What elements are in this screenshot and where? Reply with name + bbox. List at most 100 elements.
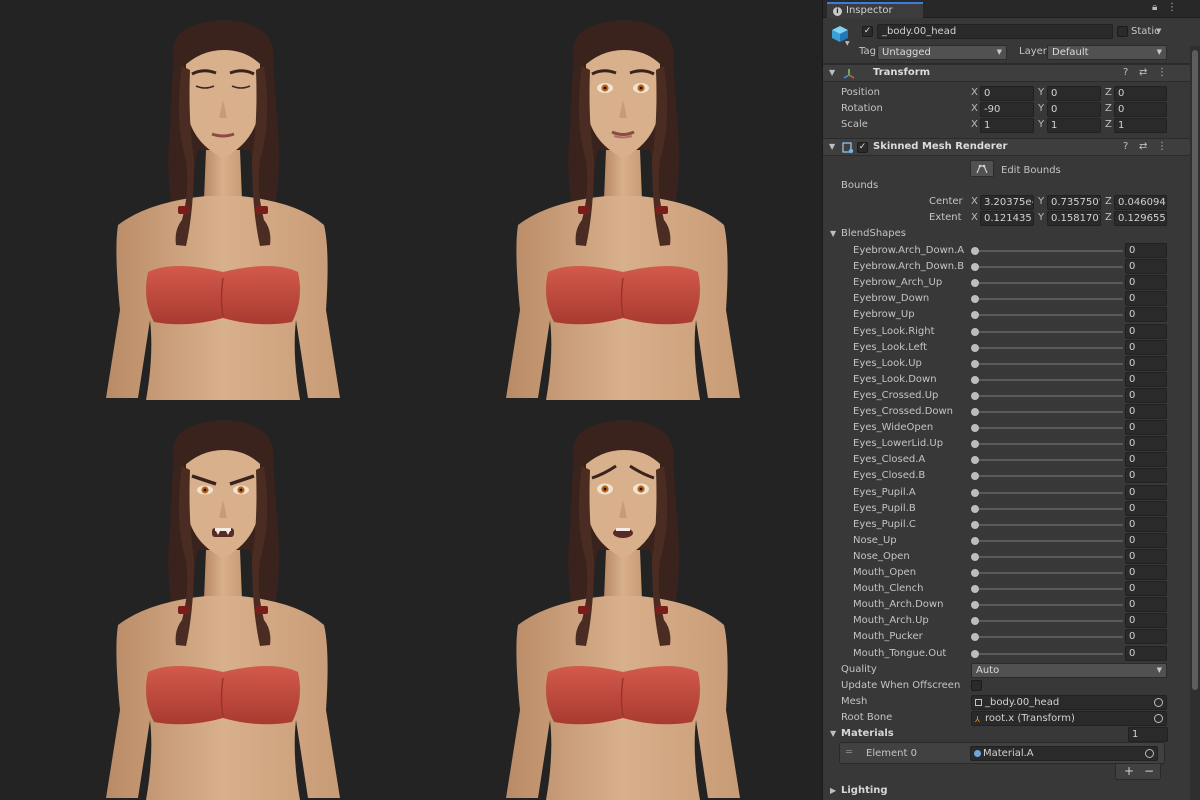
object-picker-icon[interactable] [1145, 749, 1154, 758]
blendshape-slider-track[interactable] [973, 555, 1123, 558]
icon-dropdown-chevron-icon[interactable]: ▼ [845, 40, 850, 47]
blendshape-slider-track[interactable] [973, 330, 1123, 333]
update-offscreen-checkbox[interactable] [971, 680, 982, 691]
blendshape-slider-track[interactable] [973, 411, 1123, 413]
edit-bounds-button[interactable] [970, 160, 994, 177]
scale-x-input[interactable]: 1 [980, 118, 1034, 133]
blendshape-slider-thumb[interactable] [971, 359, 979, 368]
blendshape-slider-thumb[interactable] [971, 569, 979, 577]
help-icon[interactable]: ? [1123, 67, 1128, 78]
blendshape-value-input[interactable]: 0 [1125, 532, 1167, 548]
blendshape-slider-track[interactable] [973, 604, 1123, 607]
scale-y-input[interactable]: 1 [1047, 118, 1101, 133]
blendshape-value-input[interactable]: 0 [1125, 355, 1167, 371]
blendshape-slider-track[interactable] [973, 539, 1123, 542]
help-icon[interactable]: ? [1123, 141, 1128, 152]
blendshape-value-input[interactable]: 0 [1125, 500, 1167, 516]
blendshape-slider-thumb[interactable] [971, 633, 979, 642]
preset-icon[interactable]: ⇄ [1139, 67, 1147, 78]
blendshape-value-input[interactable]: 0 [1125, 581, 1167, 597]
blendshape-slider-track[interactable] [973, 362, 1123, 365]
active-checkbox[interactable]: ✓ [862, 26, 873, 37]
blendshape-slider-track[interactable] [973, 443, 1123, 446]
blendshape-slider-thumb[interactable] [971, 311, 979, 320]
component-menu-icon[interactable]: ⋮ [1157, 67, 1167, 78]
scene-viewport[interactable] [0, 0, 822, 800]
blendshape-value-input[interactable]: 0 [1125, 259, 1167, 275]
mesh-field[interactable]: _body.00_head [971, 695, 1167, 710]
blendshape-slider-thumb[interactable] [971, 375, 979, 384]
blendshape-value-input[interactable]: 0 [1125, 452, 1167, 468]
material-field[interactable]: Material.A [970, 746, 1158, 761]
blendshape-value-input[interactable]: 0 [1125, 613, 1167, 629]
object-picker-icon[interactable] [1154, 698, 1163, 707]
blendshape-slider-track[interactable] [973, 652, 1123, 655]
blendshape-slider-thumb[interactable] [971, 504, 979, 513]
blendshape-value-input[interactable]: 0 [1125, 371, 1167, 387]
blendshape-slider-thumb[interactable] [971, 343, 979, 352]
position-y-input[interactable]: 0 [1047, 86, 1101, 101]
blendshape-value-input[interactable]: 0 [1125, 565, 1167, 580]
blendshape-slider-thumb[interactable] [971, 472, 979, 481]
static-checkbox[interactable] [1117, 26, 1128, 37]
renderer-enabled-checkbox[interactable]: ✓ [857, 142, 868, 153]
blendshape-value-input[interactable]: 0 [1125, 291, 1167, 307]
blendshape-value-input[interactable]: 0 [1125, 597, 1167, 613]
scrollbar-thumb[interactable] [1192, 50, 1198, 690]
blendshape-value-input[interactable]: 0 [1125, 339, 1167, 355]
position-x-input[interactable]: 0 [980, 86, 1034, 101]
blendshape-slider-track[interactable] [973, 459, 1123, 462]
root-bone-field[interactable]: ⅄ root.x (Transform) [971, 711, 1167, 726]
blendshape-slider-thumb[interactable] [971, 391, 979, 400]
extent-x-input[interactable]: 0.121435 [980, 211, 1034, 226]
drag-handle-icon[interactable]: ═ [846, 747, 852, 758]
blendshape-slider-thumb[interactable] [971, 488, 979, 497]
blendshape-slider-track[interactable] [973, 427, 1123, 430]
blendshape-slider-track[interactable] [973, 250, 1123, 252]
blendshape-slider-thumb[interactable] [971, 279, 979, 288]
blendshape-value-input[interactable]: 0 [1125, 548, 1167, 564]
blendshape-value-input[interactable]: 0 [1125, 323, 1167, 339]
rotation-y-input[interactable]: 0 [1047, 102, 1101, 117]
blendshape-value-input[interactable]: 0 [1125, 436, 1167, 452]
blendshape-slider-thumb[interactable] [971, 456, 979, 465]
blendshapes-collapse-icon[interactable]: ▼ [830, 229, 836, 238]
collapse-arrow-icon[interactable]: ▼ [829, 68, 835, 77]
blendshape-slider-thumb[interactable] [971, 585, 979, 594]
blendshape-slider-thumb[interactable] [971, 617, 979, 626]
object-picker-icon[interactable] [1154, 714, 1163, 723]
blendshape-slider-track[interactable] [973, 266, 1123, 269]
scale-z-input[interactable]: 1 [1114, 118, 1167, 133]
blendshape-slider-track[interactable] [973, 636, 1123, 639]
blendshape-slider-track[interactable] [973, 620, 1123, 623]
blendshape-slider-thumb[interactable] [971, 520, 979, 529]
extent-y-input[interactable]: 0.1581707 [1047, 211, 1101, 226]
lock-icon[interactable]: 🔒︎ [1152, 2, 1157, 13]
center-y-input[interactable]: 0.735750' [1047, 195, 1101, 210]
materials-collapse-icon[interactable]: ▼ [830, 729, 836, 738]
center-z-input[interactable]: 0.046094 [1114, 195, 1167, 210]
blendshape-value-input[interactable]: 0 [1125, 420, 1167, 436]
blendshape-value-input[interactable]: 0 [1125, 243, 1167, 258]
layer-dropdown[interactable]: Default [1047, 45, 1167, 60]
blendshape-slider-track[interactable] [973, 298, 1123, 301]
blendshape-value-input[interactable]: 0 [1125, 275, 1167, 291]
static-dropdown-chevron-icon[interactable]: ▼ [1156, 27, 1161, 35]
extent-z-input[interactable]: 0.1296553 [1114, 211, 1167, 226]
quality-dropdown[interactable]: Auto [971, 663, 1167, 678]
blendshape-value-input[interactable]: 0 [1125, 468, 1167, 484]
blendshape-value-input[interactable]: 0 [1125, 484, 1167, 500]
blendshape-slider-track[interactable] [973, 282, 1123, 285]
remove-element-button[interactable]: − [1144, 764, 1154, 778]
blendshape-slider-track[interactable] [973, 523, 1123, 526]
blendshape-slider-thumb[interactable] [971, 247, 979, 255]
blendshape-slider-track[interactable] [973, 572, 1123, 574]
preset-icon[interactable]: ⇄ [1139, 141, 1147, 152]
blendshape-slider-track[interactable] [973, 588, 1123, 591]
tag-dropdown[interactable]: Untagged [877, 45, 1007, 60]
blendshape-slider-thumb[interactable] [971, 536, 979, 545]
rotation-z-input[interactable]: 0 [1114, 102, 1167, 117]
blendshape-value-input[interactable]: 0 [1125, 516, 1167, 532]
lighting-collapse-icon[interactable]: ▶ [830, 786, 836, 795]
blendshape-slider-track[interactable] [973, 491, 1123, 494]
